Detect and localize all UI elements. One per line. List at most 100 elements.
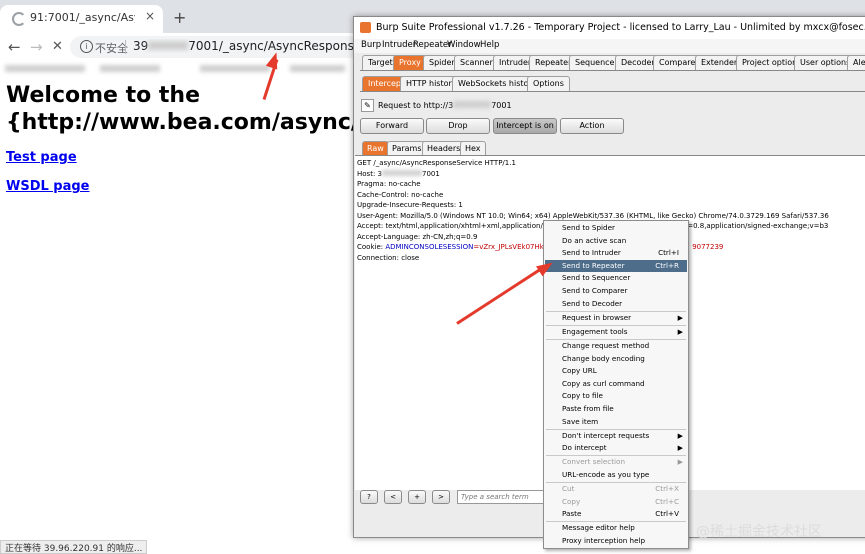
- request-line: Connection: close: [357, 253, 420, 262]
- menu-help[interactable]: Help: [480, 40, 499, 50]
- context-menu-item[interactable]: Save item: [545, 416, 687, 429]
- tab-headers[interactable]: Headers: [422, 141, 466, 155]
- context-menu-item[interactable]: Send to Decoder: [545, 298, 687, 311]
- host-port: 7001: [421, 169, 440, 178]
- submenu-arrow-icon: ▶: [677, 431, 683, 440]
- window-title: Burp Suite Professional v1.7.26 - Tempor…: [376, 22, 865, 33]
- drop-button[interactable]: Drop: [426, 118, 490, 134]
- menu-item-label: Send to Repeater: [562, 260, 625, 270]
- context-menu-item[interactable]: URL-encode as you type: [545, 469, 687, 482]
- test-page-link[interactable]: Test page: [6, 150, 77, 165]
- action-button[interactable]: Action: [560, 118, 624, 134]
- context-menu-item[interactable]: Copy to file: [545, 390, 687, 403]
- bookmarks-bar: [0, 63, 355, 75]
- next-button[interactable]: >: [432, 490, 450, 504]
- menu-item-label: Paste: [562, 509, 582, 519]
- redacted-host: [453, 101, 492, 108]
- stop-loading-icon[interactable]: ✕: [52, 39, 63, 54]
- browser-tab[interactable]: 91:7001/_async/Asy ×: [0, 5, 163, 33]
- context-menu-item[interactable]: Send to Intruder Ctrl+I: [545, 247, 687, 260]
- help-button[interactable]: ?: [360, 490, 378, 504]
- menu-item-label: Engagement tools: [562, 326, 628, 336]
- burp-titlebar: Burp Suite Professional v1.7.26 - Tempor…: [354, 17, 865, 39]
- info-icon[interactable]: i: [80, 40, 93, 53]
- tab-proxy[interactable]: Proxy: [393, 55, 427, 70]
- submenu-arrow-icon: ▶: [677, 444, 683, 453]
- context-menu-item[interactable]: Send to Comparer: [545, 285, 687, 298]
- request-to-port: 7001: [491, 101, 512, 110]
- context-menu-item[interactable]: Request in browser ▶: [545, 312, 687, 325]
- context-menu-item[interactable]: Proxy interception help: [545, 535, 687, 548]
- context-menu-item: Copy Ctrl+C: [545, 496, 687, 509]
- previous-button[interactable]: <: [384, 490, 402, 504]
- menu-item-label: URL-encode as you type: [562, 469, 650, 479]
- forward-icon[interactable]: →: [30, 38, 43, 56]
- menu-item-label: Copy URL: [562, 366, 597, 376]
- context-menu-item[interactable]: Send to Repeater Ctrl+R: [545, 259, 687, 273]
- tab-raw[interactable]: Raw: [362, 141, 389, 155]
- submenu-arrow-icon: ▶: [677, 458, 683, 467]
- omnibox-divider: [125, 40, 126, 54]
- tab-options[interactable]: Options: [527, 76, 570, 91]
- add-button[interactable]: +: [408, 490, 426, 504]
- menu-intruder[interactable]: Intruder: [382, 40, 416, 50]
- menu-item-label: Request in browser: [562, 312, 632, 322]
- loading-spinner-icon: [12, 12, 26, 26]
- context-menu-item[interactable]: Message editor help: [545, 522, 687, 535]
- tab-hex[interactable]: Hex: [460, 141, 486, 155]
- menu-item-label: Save item: [562, 416, 599, 426]
- menu-repeater[interactable]: Repeater: [413, 40, 452, 50]
- status-bar: 正在等待 39.96.220.91 的响应...: [0, 540, 148, 554]
- context-menu-item[interactable]: Change request method: [545, 340, 687, 353]
- menu-item-shortcut: Ctrl+R: [655, 260, 679, 270]
- context-menu-item[interactable]: Don't intercept requests ▶: [545, 430, 687, 443]
- heading-line-2: {http://www.bea.com/async/AsyncResponseS…: [6, 110, 354, 135]
- watermark: @稀土掘金技术社区: [696, 524, 822, 540]
- context-menu-item[interactable]: Change body encoding: [545, 353, 687, 366]
- context-menu-item[interactable]: Send to Spider: [545, 222, 687, 235]
- context-menu-item[interactable]: Do intercept ▶: [545, 442, 687, 455]
- context-menu-item[interactable]: Send to Sequencer: [545, 272, 687, 285]
- intercept-toggle-button[interactable]: Intercept is on: [493, 118, 557, 134]
- forward-button[interactable]: Forward: [360, 118, 424, 134]
- request-target: Request to http://3 7001: [378, 101, 512, 110]
- tab-alerts[interactable]: Alerts: [847, 55, 865, 70]
- menu-item-label: Message editor help: [562, 523, 635, 533]
- page-heading: Welcome to the {http://www.bea.com/async…: [6, 82, 354, 136]
- tab-params[interactable]: Params: [387, 141, 427, 155]
- back-icon[interactable]: ←: [8, 38, 21, 56]
- menu-item-label: Change request method: [562, 340, 650, 350]
- wsdl-page-link[interactable]: WSDL page: [6, 179, 90, 194]
- security-label: 不安全: [95, 42, 128, 55]
- context-menu-item[interactable]: Do an active scan: [545, 235, 687, 248]
- url-text[interactable]: 397001/_async/AsyncResponseService: [133, 39, 358, 53]
- menu-item-label: Copy: [562, 496, 581, 506]
- context-menu-item[interactable]: Paste from file: [545, 403, 687, 416]
- context-menu-item[interactable]: Engagement tools ▶: [545, 326, 687, 339]
- menu-item-label: Send to Spider: [562, 223, 615, 232]
- submenu-arrow-icon: ▶: [677, 327, 683, 336]
- context-menu-item[interactable]: Copy URL: [545, 365, 687, 378]
- heading-line-1: Welcome to the: [6, 83, 200, 108]
- menu-item-label: Copy as curl command: [562, 378, 645, 388]
- menu-burp[interactable]: Burp: [361, 40, 381, 50]
- request-line: Accept-Language: zh-CN,zh;q=0.9: [357, 232, 478, 241]
- redacted-ip: [148, 41, 189, 50]
- edit-icon[interactable]: ✎: [361, 99, 374, 112]
- request-line: GET /_async/AsyncResponseService HTTP/1.…: [357, 159, 516, 167]
- context-menu: Send to Spider Do an active scan Send to I…: [543, 220, 689, 549]
- burp-logo-icon: [360, 22, 371, 33]
- url-prefix: 39: [133, 39, 149, 53]
- context-menu-item[interactable]: Copy as curl command: [545, 378, 687, 391]
- tab-divider: [360, 70, 865, 71]
- close-tab-icon[interactable]: ×: [145, 9, 155, 23]
- new-tab-icon[interactable]: +: [173, 8, 186, 27]
- redacted-host: [381, 169, 422, 176]
- menu-item-label: Send to Intruder: [562, 248, 621, 258]
- menu-item-label: Don't intercept requests: [562, 430, 650, 440]
- menu-item-shortcut: Ctrl+C: [655, 496, 679, 506]
- menu-window[interactable]: Window: [447, 40, 481, 50]
- subtab-divider: [360, 91, 865, 92]
- context-menu-item[interactable]: Paste Ctrl+V: [545, 508, 687, 521]
- request-to-prefix: Request to http://3: [378, 101, 454, 110]
